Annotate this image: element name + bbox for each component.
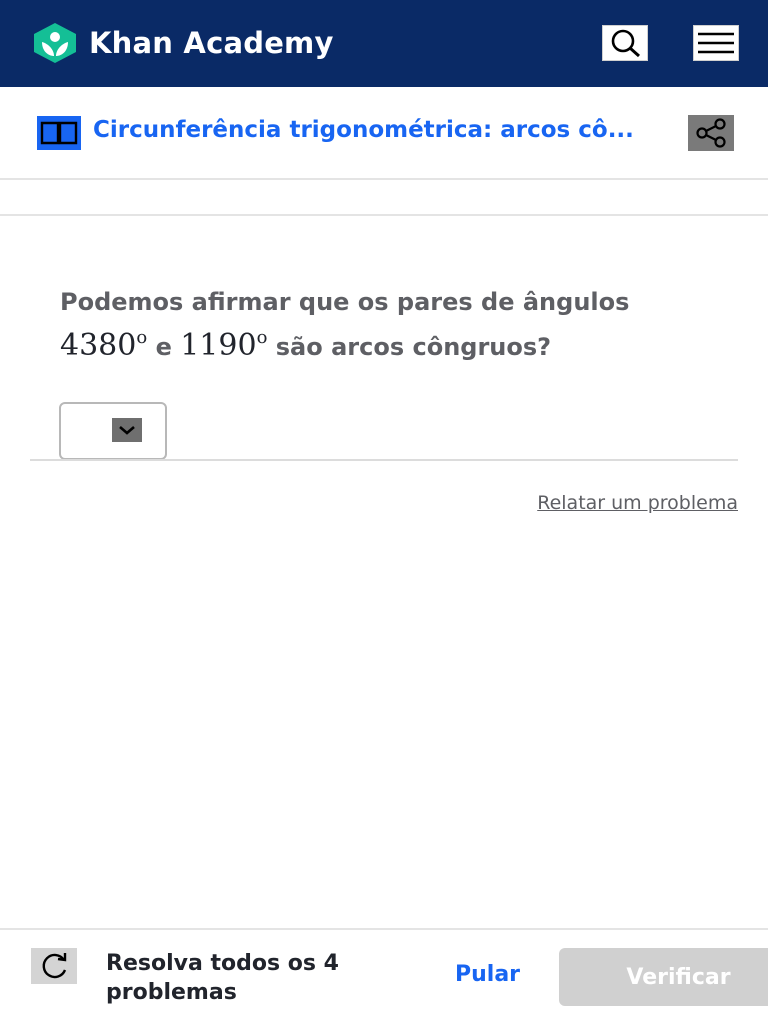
- book-icon: [37, 116, 81, 150]
- khan-academy-logo[interactable]: Khan Academy: [31, 22, 334, 64]
- progress-text: Resolva todos os 4 problemas: [106, 951, 339, 1005]
- refresh-button[interactable]: [31, 948, 77, 984]
- menu-button[interactable]: [693, 25, 739, 61]
- brand-name: Khan Academy: [89, 26, 334, 60]
- chevron-down-icon[interactable]: [112, 418, 142, 442]
- exercise-title[interactable]: Circunferência trigonométrica: arcos cô.…: [93, 117, 634, 143]
- report-problem-link[interactable]: Relatar um problema: [537, 492, 738, 514]
- content-divider: [0, 214, 768, 216]
- conjunction: e: [155, 333, 172, 361]
- search-icon: [611, 29, 640, 58]
- question-suffix: são arcos côngruos?: [275, 333, 552, 361]
- check-button[interactable]: Verificar: [559, 948, 768, 1006]
- share-button[interactable]: [688, 115, 734, 151]
- angle-2: 1190o: [180, 327, 268, 363]
- search-button[interactable]: [602, 25, 648, 61]
- angle-1: 4380o: [60, 327, 148, 363]
- refresh-icon: [42, 953, 67, 979]
- khan-academy-logo-icon: [34, 23, 76, 63]
- question-prompt: Podemos afirmar que os pares de ângulos: [60, 288, 630, 316]
- question-text: Podemos afirmar que os pares de ângulos …: [60, 284, 720, 365]
- hamburger-menu-icon: [698, 32, 734, 54]
- skip-button[interactable]: Pular: [455, 962, 520, 987]
- top-navigation-bar: Khan Academy: [0, 0, 768, 87]
- question-divider: [30, 459, 738, 461]
- share-icon: [696, 118, 726, 148]
